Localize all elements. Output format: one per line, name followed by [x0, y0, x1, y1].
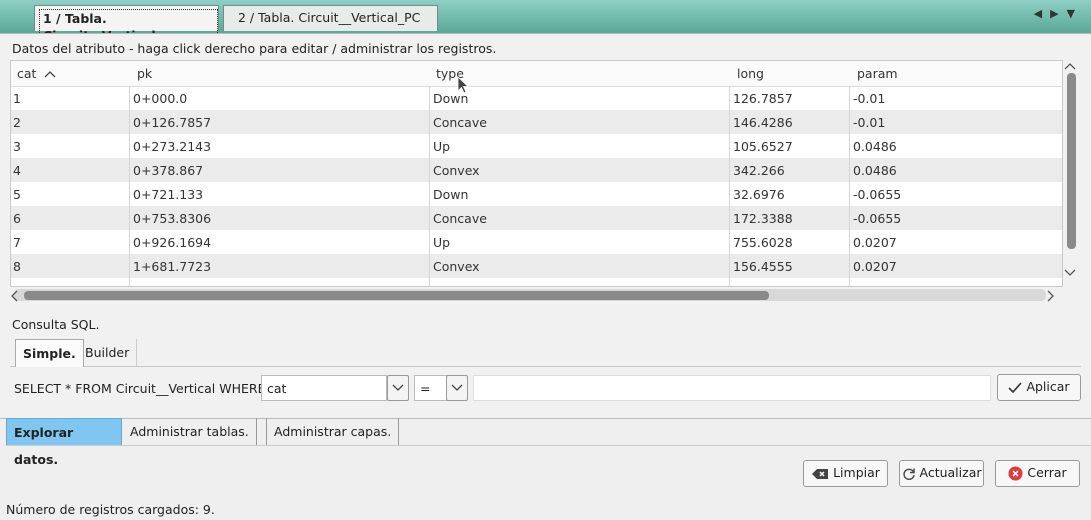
tab-label: 2 / Tabla. Circuit__Vertical_PC: [238, 10, 421, 25]
table-cell-long[interactable]: 172.3388: [733, 211, 793, 226]
table-cell-param[interactable]: 0.0207: [853, 235, 897, 250]
sort-ascending-icon: [44, 71, 56, 78]
table-cell-param[interactable]: -0.01: [853, 91, 885, 106]
table-cell-type[interactable]: Convex: [433, 259, 480, 274]
tab-administrar-capas[interactable]: Administrar capas.: [266, 418, 400, 446]
table-cell-type[interactable]: Convex: [433, 163, 480, 178]
table-cell-long[interactable]: 105.6527: [733, 139, 793, 154]
table-cell-param[interactable]: 0.0486: [853, 139, 897, 154]
close-button[interactable]: Cerrar: [995, 460, 1080, 487]
operator-select[interactable]: [414, 375, 448, 401]
apply-button[interactable]: Aplicar: [997, 374, 1081, 401]
scroll-up-icon: [1064, 63, 1076, 70]
table-row[interactable]: 3 0+273.2143 Up 105.6527 0.0486: [11, 134, 1062, 158]
mouse-cursor-icon: [457, 76, 469, 94]
tab-circuit-vertical[interactable]: 1 / Tabla. Circuit__Vertical: [34, 5, 219, 45]
table-cell-pk[interactable]: 0+126.7857: [133, 115, 211, 130]
table-cell-cat[interactable]: 6: [13, 211, 21, 226]
sql-section-label: Consulta SQL.: [12, 317, 100, 332]
table-row[interactable]: 4 0+378.867 Convex 342.266 0.0486: [11, 158, 1062, 182]
attribute-table[interactable]: cat pk type long param 1 0+000.0 Down 126.7…: [10, 60, 1063, 287]
table-cell-pk[interactable]: 0+273.2143: [133, 139, 211, 154]
table-header: cat pk type long param: [11, 61, 1062, 87]
scroll-left-icon[interactable]: [10, 290, 18, 302]
checkmark-icon: [1008, 381, 1023, 393]
column-divider: [129, 86, 130, 286]
backspace-icon: [812, 468, 829, 479]
sql-tabs-baseline: [10, 366, 1081, 367]
table-cell-param[interactable]: -0.0655: [853, 211, 901, 226]
table-cell-pk[interactable]: 0+926.1694: [133, 235, 211, 250]
operator-dropdown-button[interactable]: [446, 375, 468, 401]
table-cell-pk[interactable]: 0+378.867: [133, 163, 203, 178]
chevron-down-icon: [392, 384, 404, 391]
scroll-down-icon: [1064, 269, 1076, 276]
table-cell-param[interactable]: 0.0486: [853, 163, 897, 178]
close-icon: [1008, 466, 1023, 481]
refresh-button[interactable]: Actualizar: [899, 460, 984, 487]
horizontal-scroll-thumb[interactable]: [24, 291, 769, 300]
table-cell-param[interactable]: -0.01: [853, 115, 885, 130]
column-header-pk[interactable]: pk: [137, 66, 152, 81]
table-row[interactable]: 7 0+926.1694 Up 755.6028 0.0207: [11, 230, 1062, 254]
status-text: Número de registros cargados: 9.: [6, 502, 215, 517]
table-row[interactable]: 6 0+753.8306 Concave 172.3388 -0.0655: [11, 206, 1062, 230]
field-select[interactable]: [261, 375, 387, 401]
table-cell-cat[interactable]: 4: [13, 163, 21, 178]
table-cell-cat[interactable]: 5: [13, 187, 21, 202]
clear-button[interactable]: Limpiar: [803, 460, 888, 487]
chevron-down-icon: [451, 384, 463, 391]
table-row[interactable]: 1 0+000.0 Down 126.7857 -0.01: [11, 86, 1062, 110]
table-cell-long[interactable]: 755.6028: [733, 235, 793, 250]
bottom-tabs-baseline: [6, 445, 1091, 446]
table-cell-pk[interactable]: 0+000.0: [133, 91, 187, 106]
panel-hint: Datos del atributo - haga click derecho …: [12, 41, 497, 56]
table-cell-cat[interactable]: 7: [13, 235, 21, 250]
table-cell-pk[interactable]: 1+681.7723: [133, 259, 211, 274]
vertical-scroll-thumb[interactable]: [1067, 73, 1076, 249]
tab-explorar-datos[interactable]: Explorar datos.: [6, 418, 122, 467]
table-cell-long[interactable]: 146.4286: [733, 115, 793, 130]
table-cell-long[interactable]: 126.7857: [733, 91, 793, 106]
refresh-icon: [902, 468, 915, 480]
table-cell-pk[interactable]: 0+753.8306: [133, 211, 211, 226]
table-cell-type[interactable]: Up: [433, 139, 450, 154]
table-cell-type[interactable]: Concave: [433, 211, 487, 226]
table-cell-param[interactable]: 0.0207: [853, 259, 897, 274]
field-dropdown-button[interactable]: [387, 375, 409, 401]
table-cell-long[interactable]: 156.4555: [733, 259, 793, 274]
table-cell-type[interactable]: Down: [433, 187, 468, 202]
tab-prev-icon[interactable]: ◀: [1034, 7, 1050, 20]
tab-next-icon[interactable]: ▶: [1050, 7, 1066, 20]
table-cell-type[interactable]: Concave: [433, 115, 487, 130]
table-cell-long[interactable]: 32.6976: [733, 187, 785, 202]
column-header-long[interactable]: long: [737, 66, 764, 81]
tab-list-icon[interactable]: ▼: [1067, 7, 1083, 20]
column-divider: [429, 86, 430, 286]
value-input[interactable]: [473, 375, 991, 401]
tab-navigation[interactable]: ◀▶▼: [1034, 7, 1083, 20]
scroll-right-icon[interactable]: [1047, 290, 1055, 302]
table-row[interactable]: 8 1+681.7723 Convex 156.4555 0.0207: [11, 254, 1062, 278]
tab-circuit-vertical-pc[interactable]: 2 / Tabla. Circuit__Vertical_PC: [223, 5, 438, 31]
table-cell-cat[interactable]: 3: [13, 139, 21, 154]
table-row[interactable]: 5 0+721.133 Down 32.6976 -0.0655: [11, 182, 1062, 206]
table-cell-cat[interactable]: 2: [13, 115, 21, 130]
column-divider: [849, 86, 850, 286]
sql-query-prefix: SELECT * FROM Circuit__Vertical WHERE: [14, 381, 266, 396]
table-row[interactable]: 2 0+126.7857 Concave 146.4286 -0.01: [11, 110, 1062, 134]
table-cell-cat[interactable]: 1: [13, 91, 21, 106]
table-cell-long[interactable]: 342.266: [733, 163, 785, 178]
tab-administrar-tablas[interactable]: Administrar tablas.: [123, 418, 257, 446]
table-cell-cat[interactable]: 8: [13, 259, 21, 274]
table-cell-param[interactable]: -0.0655: [853, 187, 901, 202]
tab-builder[interactable]: Builder: [78, 339, 138, 367]
tab-simple[interactable]: Simple.: [15, 339, 84, 367]
table-cell-pk[interactable]: 0+721.133: [133, 187, 203, 202]
column-divider: [729, 86, 730, 286]
table-cell-type[interactable]: Up: [433, 235, 450, 250]
top-tab-bar: 1 / Tabla. Circuit__Vertical 2 / Tabla. …: [0, 0, 1091, 45]
column-header-param[interactable]: param: [857, 66, 898, 81]
column-header-cat[interactable]: cat: [17, 66, 56, 81]
